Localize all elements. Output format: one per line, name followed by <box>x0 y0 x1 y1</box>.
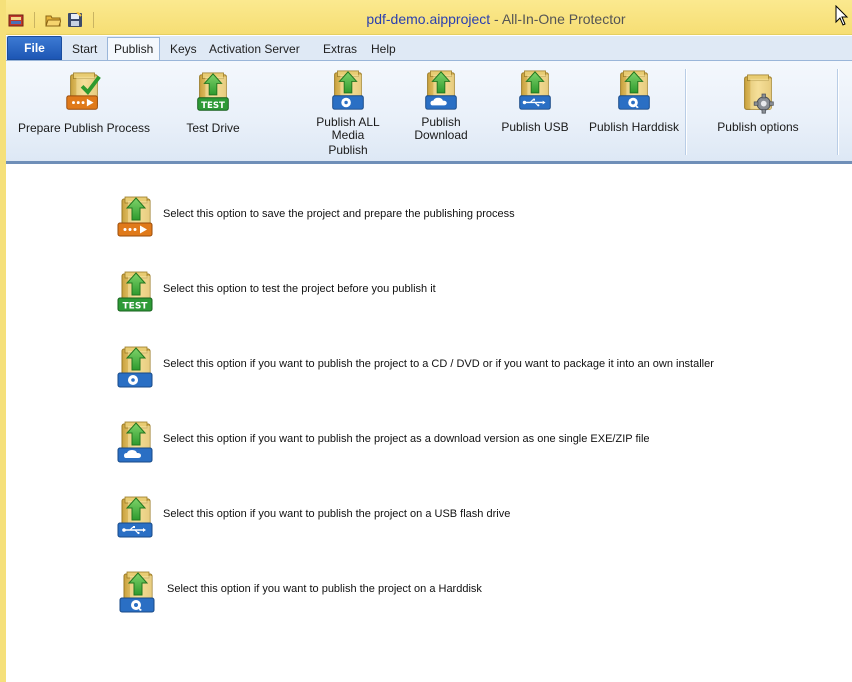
option-text: Select this option if you want to publis… <box>163 358 714 370</box>
tab-extras[interactable]: Extras <box>323 38 357 60</box>
publish-usb-button[interactable]: Publish USB <box>496 61 574 157</box>
app-name: All-In-One Protector <box>501 11 626 27</box>
title-separator: - <box>490 11 502 27</box>
prepare-publish-icon <box>116 195 156 241</box>
option-text: Select this option if you want to publis… <box>163 508 511 520</box>
test-drive-icon: TEST <box>193 71 233 115</box>
publish-options-label: Publish options <box>717 120 799 134</box>
harddisk-icon <box>614 69 654 113</box>
harddisk-icon <box>118 570 158 616</box>
test-drive-icon: TEST <box>116 270 156 316</box>
tab-file[interactable]: File <box>7 36 62 60</box>
tab-publish[interactable]: Publish <box>107 37 161 61</box>
publish-all-label-3: Publish <box>328 143 368 157</box>
publish-download-label-2: Download <box>414 128 468 142</box>
cloud-download-icon <box>421 69 461 113</box>
ribbon-publish-panel: Prepare Publish Process TEST Test Drive … <box>6 60 852 162</box>
option-prepare-publish[interactable]: Select this option to save the project a… <box>116 195 736 243</box>
svg-text:TEST: TEST <box>123 302 149 312</box>
document-name: pdf-demo.aipproject <box>366 11 491 27</box>
option-publish-usb[interactable]: Select this option if you want to publis… <box>116 495 736 543</box>
option-publish-download[interactable]: Select this option if you want to publis… <box>116 420 736 468</box>
title-bar: pdf-demo.aipproject - All-In-One Protect… <box>0 0 852 35</box>
ribbon-group-separator <box>685 69 687 155</box>
option-text: Select this option if you want to publis… <box>163 433 650 445</box>
mouse-cursor-icon <box>835 5 849 27</box>
tab-help[interactable]: Help <box>371 38 396 60</box>
cloud-download-icon <box>116 420 156 466</box>
publish-harddisk-label: Publish Harddisk <box>588 120 680 134</box>
publish-options-list: Select this option to save the project a… <box>6 164 852 682</box>
option-publish-harddisk[interactable]: Select this option if you want to publis… <box>116 570 736 618</box>
prepare-publish-icon <box>64 71 104 115</box>
publish-download-button[interactable]: Publish Download <box>406 61 476 157</box>
cd-dvd-icon <box>116 345 156 391</box>
publish-options-button[interactable]: Publish options <box>712 61 804 157</box>
prepare-publish-button[interactable]: Prepare Publish Process <box>16 61 152 157</box>
prepare-publish-label: Prepare Publish Process <box>17 121 151 135</box>
test-drive-button[interactable]: TEST Test Drive <box>174 61 252 157</box>
publish-all-media-button[interactable]: Publish ALL Media Publish <box>306 61 390 157</box>
test-drive-label: Test Drive <box>186 121 240 135</box>
ribbon-group-separator <box>837 69 839 155</box>
option-publish-cd-dvd[interactable]: Select this option if you want to publis… <box>116 345 756 393</box>
option-text: Select this option to test the project b… <box>163 283 436 295</box>
cd-dvd-icon <box>328 69 368 113</box>
usb-icon <box>515 69 555 113</box>
publish-options-gear-icon <box>738 73 778 117</box>
window-title: pdf-demo.aipproject - All-In-One Protect… <box>0 11 852 27</box>
option-test-drive[interactable]: TEST Select this option to test the proj… <box>116 270 736 318</box>
option-text: Select this option if you want to publis… <box>167 583 482 595</box>
publish-harddisk-button[interactable]: Publish Harddisk <box>586 61 682 157</box>
ribbon-tab-row: File Start Publish Keys Activation Serve… <box>6 36 852 61</box>
tab-start[interactable]: Start <box>72 38 97 60</box>
svg-text:TEST: TEST <box>201 101 225 111</box>
tab-keys[interactable]: Keys <box>170 38 197 60</box>
usb-icon <box>116 495 156 541</box>
publish-all-label-2: Media <box>331 128 365 142</box>
tab-activation-server[interactable]: Activation Server <box>209 38 300 60</box>
publish-usb-label: Publish USB <box>501 120 569 134</box>
option-text: Select this option to save the project a… <box>163 208 515 220</box>
